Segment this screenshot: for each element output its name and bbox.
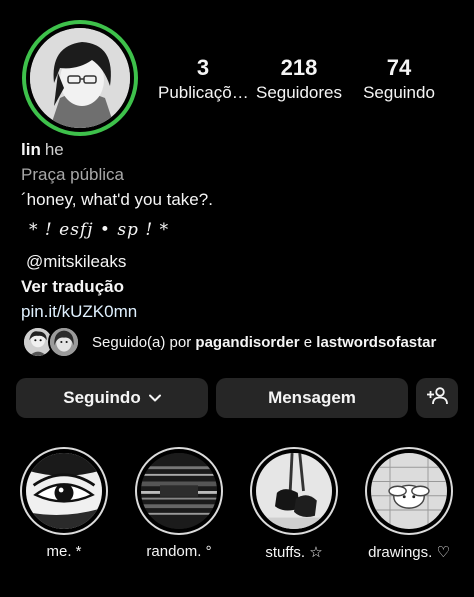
profile-avatar-ring[interactable]	[22, 20, 138, 136]
profile-stats: 3 Publicaçõ… 218 Seguidores 74 Seguindo	[158, 55, 458, 105]
highlight-me[interactable]: me. *	[17, 447, 111, 560]
highlight-ring	[135, 447, 223, 535]
followed-by[interactable]: Seguido(a) por pagandisorder e lastwords…	[22, 326, 436, 358]
chevron-down-icon	[148, 394, 161, 402]
profile-avatar	[30, 28, 130, 128]
stat-following-value: 74	[386, 55, 412, 80]
highlight-label: stuffs. ☆	[265, 544, 323, 561]
following-button[interactable]: Seguindo	[16, 378, 208, 418]
highlight-label: random. °	[146, 543, 212, 560]
highlight-label: me. *	[46, 543, 82, 560]
bio-fancy-text: * ! esfj • sp ! *	[29, 220, 170, 240]
highlight-drawings[interactable]: drawings. ♡	[362, 447, 456, 561]
profile-bio: lin he Praça pública ´honey, what'd you t…	[21, 137, 461, 324]
highlight-thumbnail	[371, 453, 447, 529]
bio-text: ´honey, what'd you take?.	[21, 190, 213, 209]
followed-by-text: Seguido(a) por pagandisorder e lastwords…	[92, 334, 436, 351]
bio-mention-link[interactable]: @mitskileaks	[21, 249, 461, 274]
highlight-thumbnail	[141, 453, 217, 529]
highlight-random[interactable]: random. °	[132, 447, 226, 560]
message-button-label: Mensagem	[268, 388, 356, 407]
stat-posts-value: 3	[196, 55, 210, 80]
message-button[interactable]: Mensagem	[216, 378, 408, 418]
stat-following-label: Seguindo	[363, 83, 435, 102]
mutual-avatars	[22, 326, 82, 358]
stat-following[interactable]: 74 Seguindo	[350, 55, 448, 105]
translate-link[interactable]: Ver tradução	[21, 274, 461, 299]
highlight-ring	[365, 447, 453, 535]
stat-followers[interactable]: 218 Seguidores	[248, 55, 350, 105]
followed-by-conjunction: e	[303, 333, 313, 351]
add-user-icon	[426, 386, 448, 410]
stat-followers-label: Seguidores	[255, 83, 342, 102]
highlight-label: drawings. ♡	[368, 544, 450, 561]
followed-by-user-1[interactable]: pagandisorder	[195, 334, 299, 351]
highlight-thumbnail	[256, 453, 332, 529]
highlight-ring	[250, 447, 338, 535]
avatar-illustration	[30, 28, 130, 128]
highlight-stuffs[interactable]: stuffs. ☆	[247, 447, 341, 561]
stat-followers-value: 218	[280, 55, 318, 80]
profile-name-line: lin he	[21, 137, 461, 162]
highlight-ring	[20, 447, 108, 535]
following-button-label: Seguindo	[63, 388, 141, 407]
followed-by-user-2[interactable]: lastwordsofastar	[316, 334, 436, 351]
profile-category: Praça pública	[21, 165, 125, 184]
suggested-users-button[interactable]	[416, 378, 458, 418]
stat-posts-label: Publicaçõ…	[158, 83, 249, 102]
followed-by-prefix: Seguido(a) por	[92, 333, 192, 351]
profile-name: lin	[21, 140, 41, 159]
highlight-thumbnail	[26, 453, 102, 529]
profile-pronoun: he	[44, 140, 64, 159]
stat-posts[interactable]: 3 Publicaçõ…	[158, 55, 249, 105]
external-link[interactable]: pin.it/kUZK0mn	[21, 299, 461, 324]
mutual-avatar-2	[48, 326, 80, 358]
